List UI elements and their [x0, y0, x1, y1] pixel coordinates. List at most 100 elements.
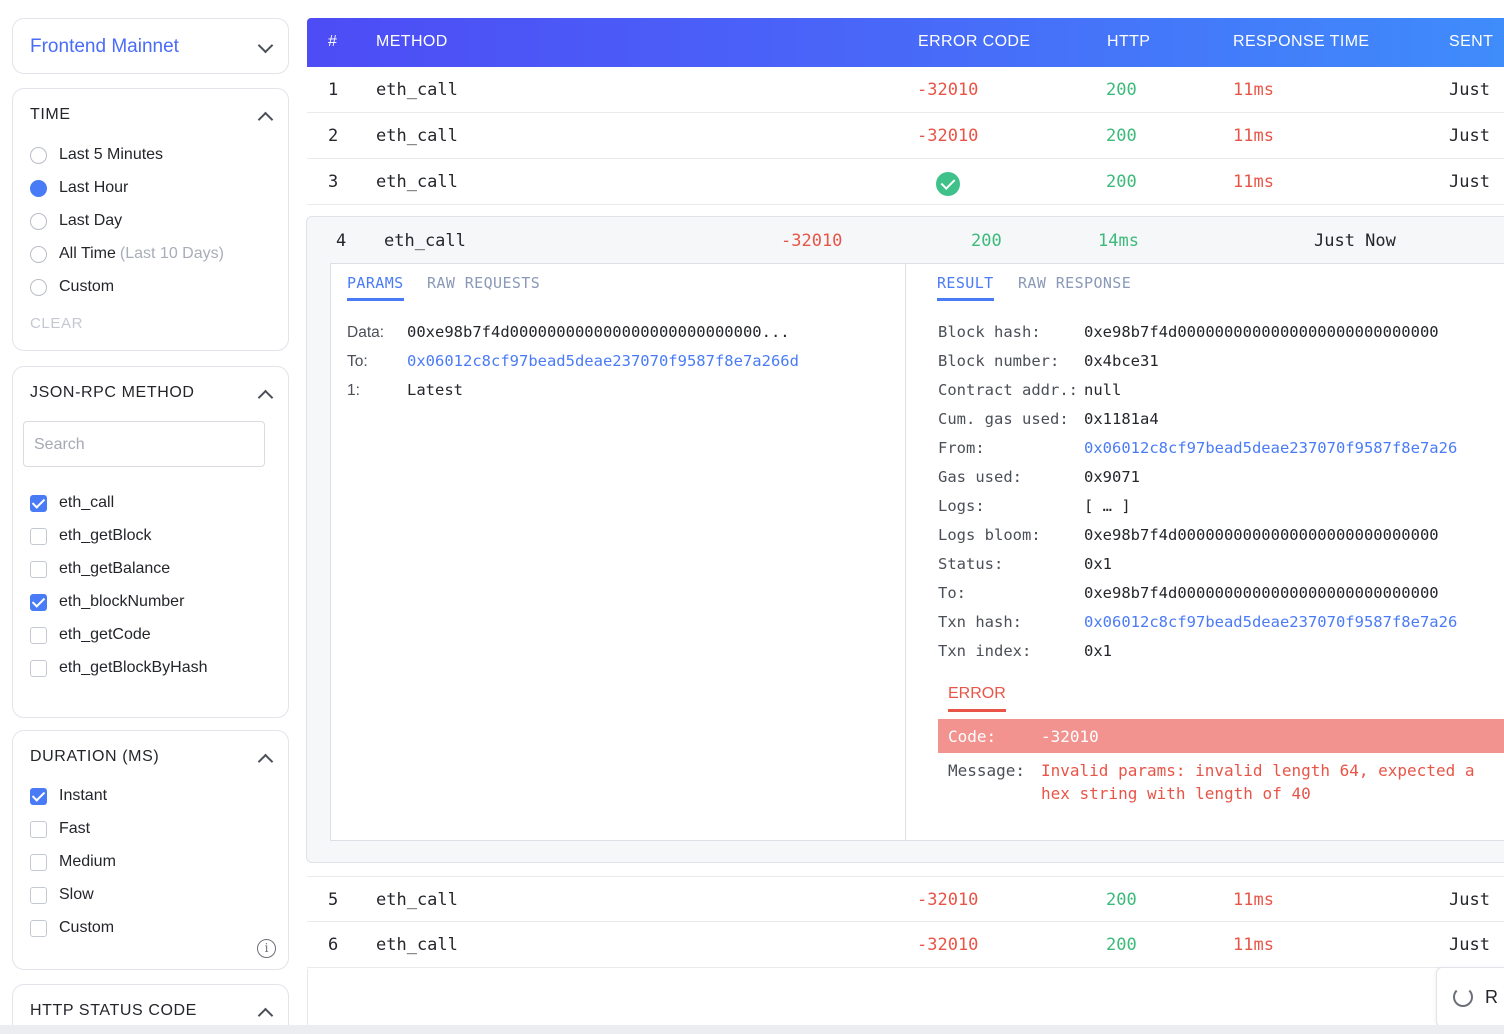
radio-icon	[30, 245, 47, 263]
txn-hash-link[interactable]: 0x06012c8cf97bead5deae237070f9587f8e7a26	[1084, 613, 1457, 631]
cell-method: eth_call	[376, 172, 458, 192]
cell-method: eth_call	[384, 231, 466, 251]
checkbox-icon	[30, 886, 47, 904]
cell-http: 200	[971, 231, 1002, 251]
tab-result[interactable]: RESULT	[937, 274, 994, 301]
duration-option-medium[interactable]: Medium	[30, 852, 116, 872]
table-row[interactable]: 1 eth_call -32010 200 11ms Just	[307, 67, 1504, 113]
error-code-label: Code:	[948, 727, 997, 746]
tab-raw-requests[interactable]: RAW REQUESTS	[427, 274, 540, 292]
params-pane: PARAMS RAW REQUESTS Data: 00xe98b7f4d000…	[330, 263, 906, 841]
collapse-time-icon[interactable]	[257, 111, 274, 128]
collapse-rpc-method-icon[interactable]	[257, 389, 274, 406]
duration-option-fast[interactable]: Fast	[30, 819, 90, 839]
logs-expand[interactable]: [ … ]	[1084, 497, 1131, 515]
result-cum-gas-used: Cum. gas used: 0x1181a4	[938, 410, 1159, 428]
cell-response-time: 11ms	[1233, 935, 1274, 955]
cell-num: 3	[328, 172, 339, 192]
refresh-icon	[1453, 987, 1473, 1007]
tab-error[interactable]: ERROR	[948, 685, 1006, 712]
checkbox-icon	[30, 626, 47, 644]
cell-sent: Just	[1449, 172, 1490, 192]
option-label: eth_getCode	[59, 626, 151, 643]
result-contract-addr: Contract addr.: null	[938, 381, 1122, 399]
option-label: Slow	[59, 886, 94, 903]
collapse-http-status-icon[interactable]	[257, 1007, 274, 1024]
table-row[interactable]: 6 eth_call -32010 200 11ms Just	[307, 922, 1504, 968]
checkbox-checked-icon	[30, 593, 47, 611]
radio-selected-icon	[30, 179, 47, 197]
duration-filter-panel: DURATION (MS) Instant Fast Medium Slow C…	[12, 730, 289, 970]
option-label: Last Day	[59, 212, 123, 229]
cell-http: 200	[1106, 890, 1137, 910]
cell-error-code: -32010	[917, 935, 979, 955]
column-response-time[interactable]: RESPONSE TIME	[1233, 33, 1370, 51]
option-label: eth_getBlock	[59, 527, 152, 544]
duration-option-slow[interactable]: Slow	[30, 885, 94, 905]
radio-icon	[30, 212, 47, 230]
option-label: All Time	[59, 245, 116, 262]
environment-label: Frontend Mainnet	[30, 36, 179, 57]
collapse-duration-icon[interactable]	[257, 753, 274, 770]
time-option-last-day[interactable]: Last Day	[30, 211, 122, 231]
result-txn-index: Txn index: 0x1	[938, 642, 1112, 660]
method-option-eth-getcode[interactable]: eth_getCode	[30, 625, 151, 645]
environment-selector[interactable]: Frontend Mainnet	[12, 18, 289, 74]
method-option-eth-call[interactable]: eth_call	[30, 493, 114, 513]
time-option-custom[interactable]: Custom	[30, 277, 114, 297]
expanded-row-summary[interactable]: 4 eth_call -32010 200 14ms Just Now	[307, 217, 1504, 263]
cell-method: eth_call	[376, 935, 458, 955]
column-sent[interactable]: SENT	[1449, 33, 1493, 51]
time-option-all-time[interactable]: All Time (Last 10 Days)	[30, 244, 224, 264]
cell-sent: Just Now	[1314, 231, 1396, 251]
duration-option-instant[interactable]: Instant	[30, 786, 107, 806]
method-option-eth-getbalance[interactable]: eth_getBalance	[30, 559, 170, 579]
method-option-eth-getblock[interactable]: eth_getBlock	[30, 526, 152, 546]
method-search-input[interactable]: Search	[23, 421, 265, 467]
radio-icon	[30, 278, 47, 296]
tab-params[interactable]: PARAMS	[347, 274, 404, 301]
cell-http: 200	[1106, 172, 1137, 192]
to-address-link[interactable]: 0x06012c8cf97bead5deae237070f9587f8e7a26…	[407, 352, 799, 370]
error-code-value: -32010	[1041, 727, 1099, 746]
option-label: eth_call	[59, 494, 115, 511]
tab-raw-response[interactable]: RAW RESPONSE	[1018, 274, 1131, 292]
option-label: Last Hour	[59, 179, 129, 196]
checkbox-icon	[30, 919, 47, 937]
info-icon[interactable]: i	[257, 939, 276, 958]
time-filter-panel: TIME Last 5 Minutes Last Hour Last Day A…	[12, 88, 289, 351]
method-option-eth-blocknumber[interactable]: eth_blockNumber	[30, 592, 184, 612]
radio-icon	[30, 146, 47, 164]
option-label: eth_blockNumber	[59, 593, 185, 610]
cell-error-code: -32010	[781, 231, 843, 251]
column-num[interactable]: #	[328, 33, 337, 51]
cell-sent: Just	[1449, 890, 1490, 910]
column-method[interactable]: METHOD	[376, 33, 448, 51]
method-option-eth-getblockbyhash[interactable]: eth_getBlockByHash	[30, 658, 208, 678]
column-http[interactable]: HTTP	[1107, 33, 1150, 51]
clear-time-button[interactable]: CLEAR	[30, 315, 83, 332]
cell-num: 2	[328, 126, 339, 146]
cell-response-time: 11ms	[1233, 126, 1274, 146]
result-block-hash: Block hash: 0xe98b7f4d0000000000000000000…	[938, 323, 1439, 341]
param-data: Data: 00xe98b7f4d00000000000000000000000…	[347, 323, 790, 341]
checkbox-icon	[30, 527, 47, 545]
table-row[interactable]: 2 eth_call -32010 200 11ms Just	[307, 113, 1504, 159]
time-option-last-5-minutes[interactable]: Last 5 Minutes	[30, 145, 163, 165]
checkbox-icon	[30, 659, 47, 677]
time-option-last-hour[interactable]: Last Hour	[30, 178, 128, 198]
column-error-code[interactable]: ERROR CODE	[918, 33, 1030, 51]
table-row[interactable]: 5 eth_call -32010 200 11ms Just	[307, 876, 1504, 922]
checkbox-checked-icon	[30, 494, 47, 512]
duration-option-custom[interactable]: Custom	[30, 918, 114, 938]
table-row[interactable]: 3 eth_call 200 11ms Just	[307, 159, 1504, 205]
bottom-scroll-strip	[0, 1025, 1504, 1034]
cell-method: eth_call	[376, 80, 458, 100]
refresh-button[interactable]: R	[1436, 967, 1504, 1027]
duration-title: DURATION (MS)	[30, 748, 160, 765]
cell-sent: Just	[1449, 935, 1490, 955]
error-code-bar: Code: -32010	[938, 719, 1504, 753]
result-logs-bloom: Logs bloom: 0xe98b7f4d0000000000000000000…	[938, 526, 1439, 544]
from-address-link[interactable]: 0x06012c8cf97bead5deae237070f9587f8e7a26	[1084, 439, 1457, 457]
cell-response-time: 11ms	[1233, 80, 1274, 100]
